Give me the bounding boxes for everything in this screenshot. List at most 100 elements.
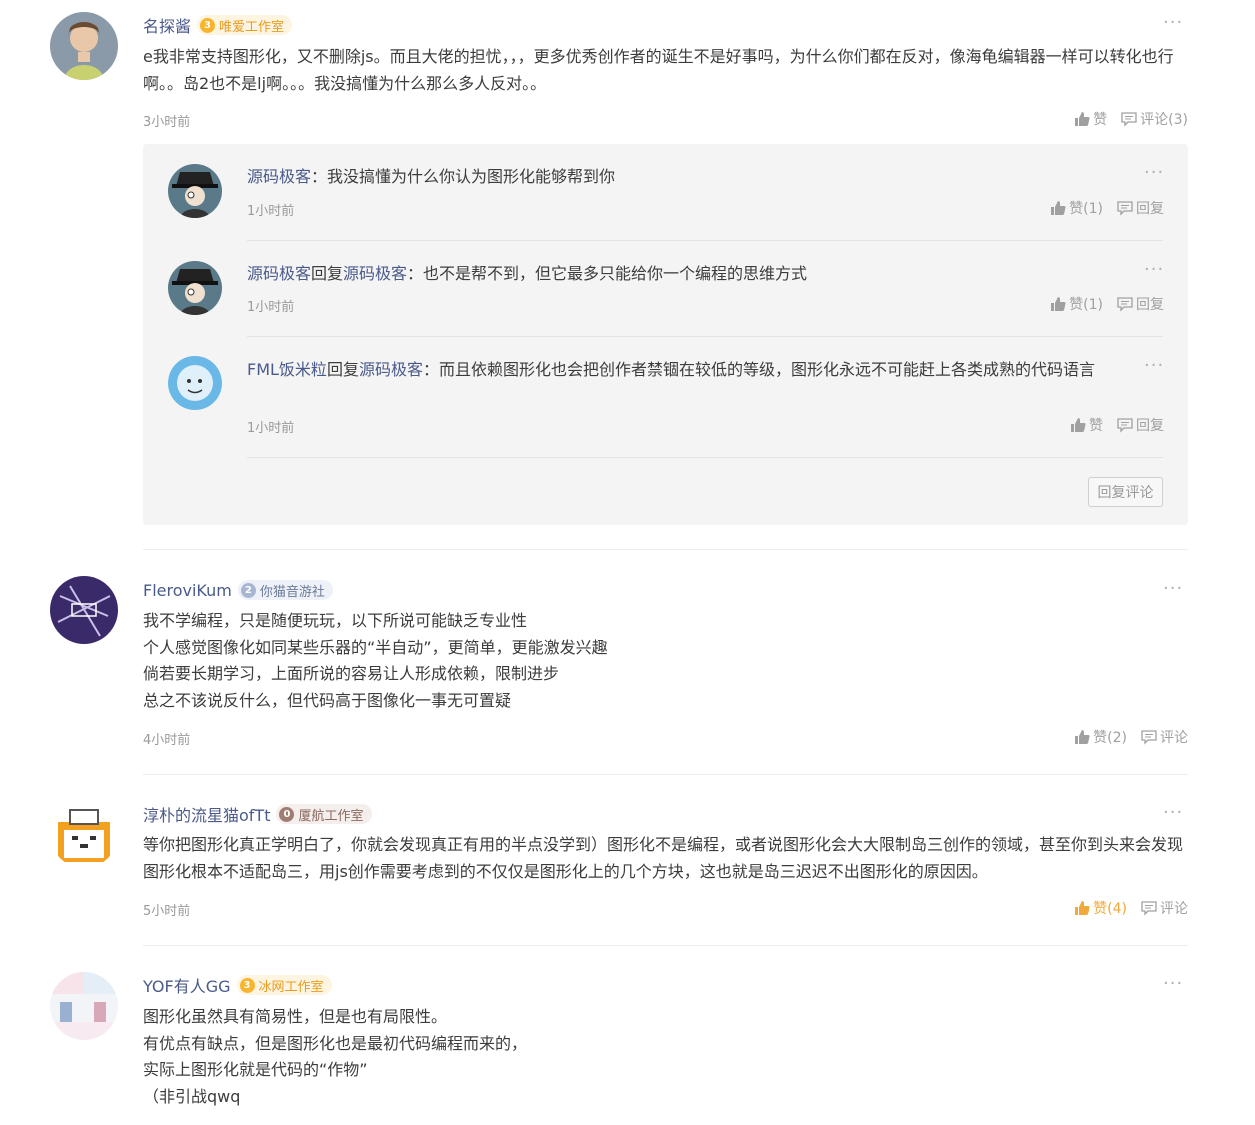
more-icon[interactable]: ··· bbox=[1144, 164, 1164, 182]
comment-icon bbox=[1117, 200, 1133, 216]
comment-icon bbox=[1141, 900, 1157, 916]
avatar[interactable] bbox=[168, 261, 222, 315]
reply-text: 源码极客：我没搞懂为什么你认为图形化能够帮到你 bbox=[247, 167, 616, 186]
divider bbox=[143, 774, 1188, 775]
username[interactable]: YOF有人GG bbox=[143, 973, 231, 997]
avatar[interactable] bbox=[50, 972, 118, 1040]
comment-header: 淳朴的流星猫ofTt 0 厦航工作室 bbox=[143, 802, 372, 826]
comment-icon bbox=[1117, 296, 1133, 312]
comment-actions: 赞(2) 评论 bbox=[1060, 727, 1188, 747]
badge-name: 冰网工作室 bbox=[258, 979, 324, 995]
like-button[interactable]: 赞(4) bbox=[1074, 898, 1127, 918]
avatar[interactable] bbox=[50, 800, 118, 868]
reply-target[interactable]: 源码极客 bbox=[343, 264, 407, 283]
more-icon[interactable]: ··· bbox=[1163, 975, 1183, 993]
badge-level: 3 bbox=[239, 977, 255, 993]
badge-name: 唯爱工作室 bbox=[219, 19, 285, 35]
comment-line: 有优点有缺点，但是图形化也是最初代码编程而来的， bbox=[143, 1033, 528, 1053]
thumb-up-icon bbox=[1074, 900, 1090, 916]
reply-time: 1小时前 bbox=[247, 421, 295, 436]
badge-name: 你猫音游社 bbox=[259, 584, 325, 600]
username[interactable]: FleroviKum bbox=[143, 581, 232, 600]
like-button[interactable]: 赞(1) bbox=[1050, 198, 1103, 218]
comment-header: 名探酱 3 唯爱工作室 bbox=[143, 13, 293, 37]
reply-button[interactable]: 回复 bbox=[1117, 294, 1164, 314]
badge-level: 3 bbox=[200, 17, 216, 33]
reply-list: 源码极客：我没搞懂为什么你认为图形化能够帮到你 ··· 1小时前 赞(1) 回复… bbox=[143, 144, 1188, 525]
reply-comment-button[interactable]: 回复评论 bbox=[1088, 477, 1163, 507]
comment-time: 3小时前 bbox=[143, 115, 191, 130]
comment-line: 个人感觉图像化如同某些乐器的“半自动”，更简单，更能激发兴趣 bbox=[143, 637, 608, 657]
thumb-up-icon bbox=[1074, 729, 1090, 745]
reply-time: 1小时前 bbox=[247, 300, 295, 315]
reply-time: 1小时前 bbox=[247, 204, 295, 219]
badge-level: 0 bbox=[279, 806, 295, 822]
reply-actions: 赞(1) 回复 bbox=[1036, 294, 1164, 314]
comment-line: 倘若要长期学习，上面所说的容易让人形成依赖，限制进步 bbox=[143, 664, 560, 683]
comment-icon bbox=[1117, 417, 1133, 433]
comment-line: 实际上图形化就是代码的“作物” bbox=[143, 1060, 368, 1079]
thumb-up-icon bbox=[1050, 200, 1066, 216]
reply-text: 源码极客回复源码极客：也不是帮不到，但它最多只能给你一个编程的思维方式 bbox=[247, 264, 808, 283]
avatar[interactable] bbox=[50, 12, 118, 80]
comment-actions: 赞 评论(3) bbox=[1060, 109, 1188, 129]
comment-item: 名探酱 3 唯爱工作室 ··· e我非常支持图形化，又不删除js。而且大佬的担忧… bbox=[0, 0, 1255, 545]
reply-actions: 赞(1) 回复 bbox=[1036, 198, 1164, 218]
comment-header: YOF有人GG 3 冰网工作室 bbox=[143, 973, 332, 997]
comment-time: 5小时前 bbox=[143, 904, 191, 919]
like-button[interactable]: 赞(1) bbox=[1050, 294, 1103, 314]
avatar[interactable] bbox=[168, 164, 222, 218]
comment-text: 等你把图形化真正学明白了，你就会发现真正有用的半点没学到）图形化不是编程，或者说… bbox=[143, 835, 1184, 881]
more-icon[interactable]: ··· bbox=[1163, 804, 1183, 822]
comment-item: 淳朴的流星猫ofTt 0 厦航工作室 ··· 等你把图形化真正学明白了，你就会发… bbox=[0, 784, 1255, 942]
comment-line: （非引战qwq bbox=[143, 1086, 241, 1106]
more-icon[interactable]: ··· bbox=[1163, 14, 1183, 32]
avatar[interactable] bbox=[168, 356, 222, 410]
comment-item: FleroviKum 2 你猫音游社 ··· 我不学编程，只是随便玩玩，以下所说… bbox=[0, 560, 1255, 770]
divider bbox=[143, 945, 1188, 946]
divider bbox=[247, 457, 1163, 458]
studio-badge[interactable]: 3 冰网工作室 bbox=[236, 975, 332, 995]
comment-text: 图形化虽然具有简易性，但是也有局限性。 有优点有缺点，但是图形化也是最初代码编程… bbox=[143, 1004, 1188, 1110]
badge-level: 2 bbox=[240, 582, 256, 598]
comment-button[interactable]: 评论 bbox=[1141, 898, 1188, 918]
thumb-up-icon bbox=[1070, 417, 1086, 433]
comment-line: 图形化虽然具有简易性，但是也有局限性。 bbox=[143, 1007, 448, 1026]
like-button[interactable]: 赞(2) bbox=[1074, 727, 1127, 747]
more-icon[interactable]: ··· bbox=[1144, 357, 1164, 375]
comment-button[interactable]: 评论(3) bbox=[1121, 109, 1188, 129]
username[interactable]: 淳朴的流星猫ofTt bbox=[143, 802, 270, 826]
studio-badge[interactable]: 0 厦航工作室 bbox=[276, 804, 372, 824]
thumb-up-icon bbox=[1050, 296, 1066, 312]
reply-username[interactable]: 源码极客 bbox=[247, 167, 311, 186]
more-icon[interactable]: ··· bbox=[1144, 261, 1164, 279]
comment-icon bbox=[1141, 729, 1157, 745]
reply-username[interactable]: FML饭米粒 bbox=[247, 360, 327, 379]
comment-header: FleroviKum 2 你猫音游社 bbox=[143, 578, 333, 602]
studio-badge[interactable]: 2 你猫音游社 bbox=[237, 580, 333, 600]
comment-icon bbox=[1121, 111, 1137, 127]
comment-button[interactable]: 评论 bbox=[1141, 727, 1188, 747]
studio-badge[interactable]: 3 唯爱工作室 bbox=[197, 15, 293, 35]
username[interactable]: 名探酱 bbox=[143, 13, 191, 37]
like-button[interactable]: 赞 bbox=[1070, 415, 1103, 435]
reply-target[interactable]: 源码极客 bbox=[359, 360, 423, 379]
divider bbox=[143, 549, 1188, 550]
reply-username[interactable]: 源码极客 bbox=[247, 264, 311, 283]
reply-button[interactable]: 回复 bbox=[1117, 415, 1164, 435]
reply-actions: 赞 回复 bbox=[1056, 415, 1164, 435]
comment-text: e我非常支持图形化，又不删除js。而且大佬的担忧，，，更多优秀创作者的诞生不是好… bbox=[143, 47, 1174, 93]
badge-name: 厦航工作室 bbox=[298, 808, 364, 824]
comment-time: 4小时前 bbox=[143, 733, 191, 748]
comment-text: 我不学编程，只是随便玩玩，以下所说可能缺乏专业性 个人感觉图像化如同某些乐器的“… bbox=[143, 608, 1188, 714]
comment-line: 我不学编程，只是随便玩玩，以下所说可能缺乏专业性 bbox=[143, 611, 528, 630]
comment-item: YOF有人GG 3 冰网工作室 ··· 图形化虽然具有简易性，但是也有局限性。 … bbox=[0, 956, 1255, 1125]
thumb-up-icon bbox=[1074, 111, 1090, 127]
divider bbox=[247, 336, 1163, 337]
reply-button[interactable]: 回复 bbox=[1117, 198, 1164, 218]
divider bbox=[247, 240, 1163, 241]
comment-line: 总之不该说反什么，但代码高于图像化一事无可置疑 bbox=[143, 690, 512, 710]
more-icon[interactable]: ··· bbox=[1163, 580, 1183, 598]
like-button[interactable]: 赞 bbox=[1074, 109, 1107, 129]
avatar[interactable] bbox=[50, 576, 118, 644]
